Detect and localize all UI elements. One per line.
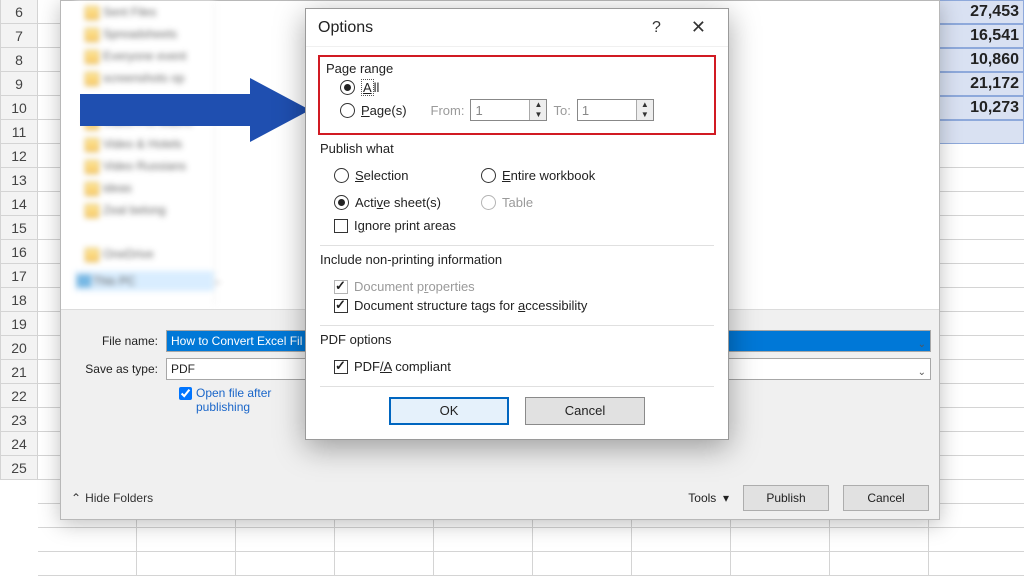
chevron-down-icon[interactable]: ⌄ bbox=[918, 363, 926, 383]
row-header[interactable]: 20 bbox=[0, 336, 38, 360]
active-sheets-radio[interactable]: Active sheet(s) bbox=[334, 195, 441, 210]
publish-what-label: Publish what bbox=[320, 141, 714, 156]
row-header[interactable]: 23 bbox=[0, 408, 38, 432]
row-header[interactable]: 7 bbox=[0, 24, 38, 48]
tree-item[interactable]: screenshots op bbox=[75, 67, 214, 89]
tree-item[interactable]: Everyone event bbox=[75, 45, 214, 67]
checkbox-icon bbox=[334, 299, 348, 313]
tree-item[interactable]: Spreadsheets bbox=[75, 23, 214, 45]
spin-down-icon[interactable]: ▼ bbox=[637, 110, 653, 120]
pages-radio[interactable]: Page(s) From: ▲▼ To: ▲▼ bbox=[340, 99, 708, 121]
dialog-title: Options bbox=[318, 19, 632, 37]
document-properties-checkbox: Document properties bbox=[334, 279, 714, 294]
row-header[interactable]: 14 bbox=[0, 192, 38, 216]
row-header[interactable]: 10 bbox=[0, 96, 38, 120]
radio-icon bbox=[481, 195, 496, 210]
checkbox-icon bbox=[334, 360, 348, 374]
page-range-highlight: Page range All Page(s) From: ▲▼ To: ▲▼ bbox=[318, 55, 716, 135]
data-cell[interactable]: 10,860 bbox=[934, 48, 1024, 72]
row-header[interactable]: 22 bbox=[0, 384, 38, 408]
row-header[interactable]: 24 bbox=[0, 432, 38, 456]
row-header[interactable]: 21 bbox=[0, 360, 38, 384]
entire-workbook-radio[interactable]: Entire workbook bbox=[481, 168, 595, 183]
to-spinner[interactable]: ▲▼ bbox=[577, 99, 654, 121]
row-header[interactable]: 15 bbox=[0, 216, 38, 240]
tree-item[interactable]: Sent Files bbox=[75, 1, 214, 23]
options-dialog: Options ? ✕ Page range All Page(s) From:… bbox=[305, 8, 729, 440]
data-cell[interactable]: 16,541 bbox=[934, 24, 1024, 48]
data-cell[interactable]: 27,453 bbox=[934, 0, 1024, 24]
row-header[interactable]: 9 bbox=[0, 72, 38, 96]
this-pc-item[interactable]: This PC⌄ bbox=[75, 271, 214, 291]
data-cell[interactable]: 10,273 bbox=[934, 96, 1024, 120]
chevron-down-icon[interactable]: ⌄ bbox=[213, 271, 222, 291]
radio-icon bbox=[340, 103, 355, 118]
row-header[interactable]: 11 bbox=[0, 120, 38, 144]
data-column: 27,45316,54110,86021,17210,273 bbox=[934, 0, 1024, 144]
all-pages-radio[interactable]: All bbox=[340, 80, 708, 95]
tree-item[interactable]: Video & Hotels bbox=[75, 133, 214, 155]
selection-radio[interactable]: Selection bbox=[334, 168, 441, 183]
tree-item[interactable]: Video Pro Macro bbox=[75, 111, 214, 133]
pdf-options-label: PDF options bbox=[320, 332, 714, 347]
data-cell[interactable] bbox=[934, 120, 1024, 144]
data-cell[interactable]: 21,172 bbox=[934, 72, 1024, 96]
checkbox-icon bbox=[334, 280, 348, 294]
row-header[interactable]: 19 bbox=[0, 312, 38, 336]
row-headers: 678910111213141516171819202122232425 bbox=[0, 0, 38, 480]
help-button[interactable]: ? bbox=[642, 15, 671, 41]
spin-up-icon[interactable]: ▲ bbox=[637, 100, 653, 110]
radio-icon bbox=[334, 168, 349, 183]
row-header[interactable]: 16 bbox=[0, 240, 38, 264]
publish-button[interactable]: Publish bbox=[743, 485, 829, 511]
spin-down-icon[interactable]: ▼ bbox=[530, 110, 546, 120]
folder-tree[interactable]: Sent FilesSpreadsheetsEveryone eventscre… bbox=[75, 1, 215, 306]
cancel-button[interactable]: Cancel bbox=[525, 397, 645, 425]
hide-folders-button[interactable]: ⌃Hide Folders bbox=[71, 491, 153, 505]
radio-icon bbox=[340, 80, 355, 95]
tree-item[interactable]: Video Russians bbox=[75, 155, 214, 177]
ok-button[interactable]: OK bbox=[389, 397, 509, 425]
row-header[interactable]: 8 bbox=[0, 48, 38, 72]
pdfa-compliant-checkbox[interactable]: PDF/A compliant bbox=[334, 359, 714, 374]
cancel-button[interactable]: Cancel bbox=[843, 485, 929, 511]
radio-icon bbox=[481, 168, 496, 183]
spin-up-icon[interactable]: ▲ bbox=[530, 100, 546, 110]
document-structure-tags-checkbox[interactable]: Document structure tags for accessibilit… bbox=[334, 298, 714, 313]
row-header[interactable]: 25 bbox=[0, 456, 38, 480]
chevron-up-icon: ⌃ bbox=[71, 491, 81, 505]
from-spinner[interactable]: ▲▼ bbox=[470, 99, 547, 121]
row-header[interactable]: 13 bbox=[0, 168, 38, 192]
to-label: To: bbox=[553, 103, 570, 118]
table-radio: Table bbox=[481, 195, 595, 210]
file-name-label: File name: bbox=[61, 334, 166, 348]
row-header[interactable]: 12 bbox=[0, 144, 38, 168]
ignore-print-areas-checkbox[interactable]: Ignore print areas bbox=[334, 218, 714, 233]
tree-item[interactable]: ideas bbox=[75, 177, 214, 199]
save-as-type-label: Save as type: bbox=[61, 362, 166, 376]
page-range-label: Page range bbox=[326, 61, 708, 76]
row-header[interactable]: 17 bbox=[0, 264, 38, 288]
row-header[interactable]: 6 bbox=[0, 0, 38, 24]
open-after-publishing-checkbox[interactable]: Open file after publishing bbox=[179, 386, 299, 414]
tools-dropdown[interactable]: Tools ▾ bbox=[688, 491, 729, 505]
chevron-down-icon[interactable]: ⌄ bbox=[918, 335, 926, 355]
tree-item[interactable]: Zeal belong bbox=[75, 199, 214, 221]
tree-item[interactable]: OneDrive bbox=[75, 243, 214, 265]
close-button[interactable]: ✕ bbox=[681, 13, 716, 42]
row-header[interactable]: 18 bbox=[0, 288, 38, 312]
checkbox-icon bbox=[334, 219, 348, 233]
radio-icon bbox=[334, 195, 349, 210]
checkbox-icon[interactable] bbox=[179, 387, 192, 400]
from-label: From: bbox=[431, 103, 465, 118]
include-nonprinting-label: Include non-printing information bbox=[320, 252, 714, 267]
